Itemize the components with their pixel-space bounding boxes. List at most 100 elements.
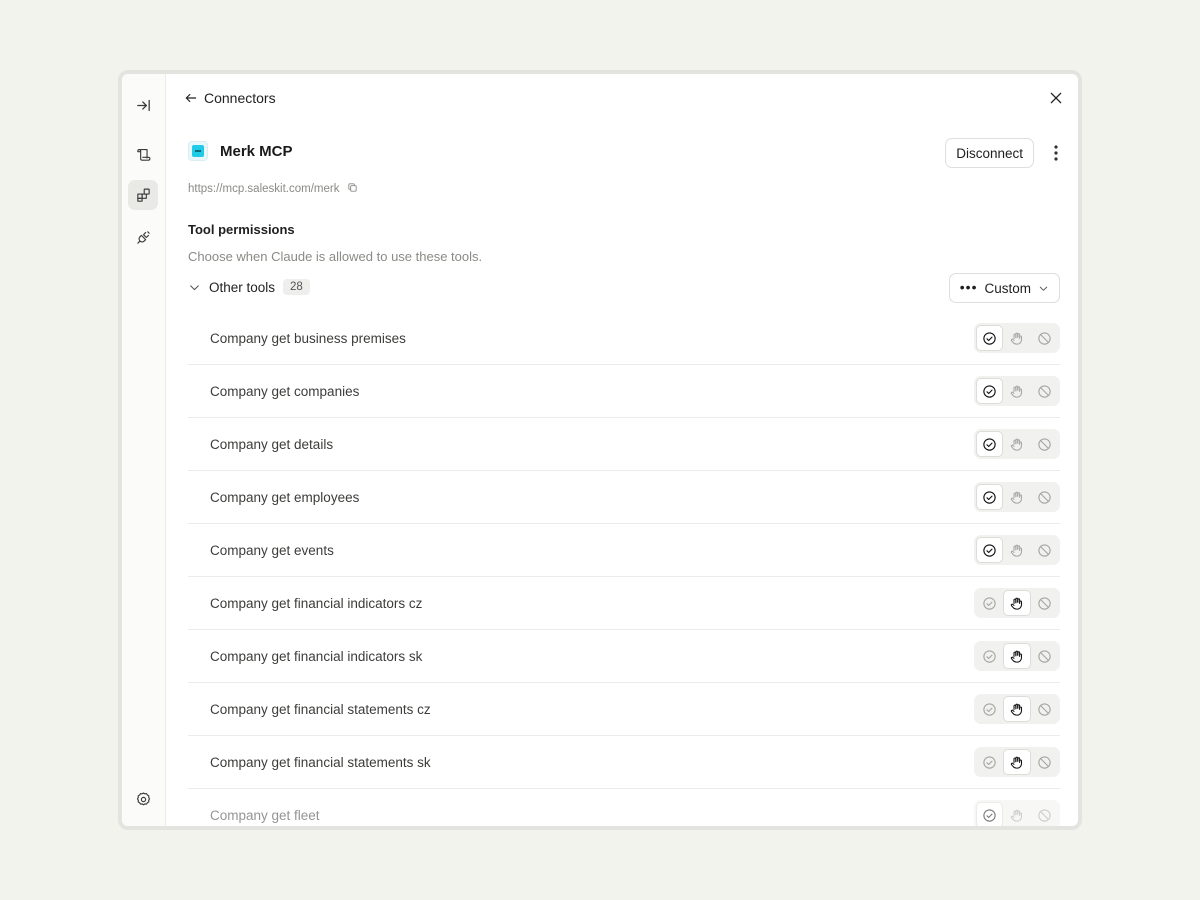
- permission-block-button[interactable]: [1031, 484, 1058, 510]
- connector-url: https://mcp.saleskit.com/merk: [188, 183, 340, 195]
- block-icon: [1038, 808, 1051, 822]
- tool-name: Company get financial statements sk: [210, 754, 431, 770]
- check-circle-icon: [983, 649, 996, 663]
- connector-settings-window: Connectors Merk MCP Disconnect https://m…: [118, 70, 1082, 830]
- permission-block-button[interactable]: [1031, 325, 1058, 351]
- chevron-down-icon: [1039, 286, 1048, 291]
- back-to-connectors-link[interactable]: Connectors: [184, 90, 276, 106]
- block-icon: [1038, 490, 1051, 504]
- settings-button[interactable]: [128, 784, 158, 814]
- permission-selector: [974, 535, 1060, 565]
- tool-row: Company get financial indicators sk: [188, 630, 1060, 683]
- rail-item-scroll[interactable]: [128, 139, 158, 169]
- tool-permissions-description: Choose when Claude is allowed to use the…: [188, 249, 483, 264]
- block-icon: [1038, 596, 1051, 610]
- permission-ask-button[interactable]: [1003, 378, 1030, 404]
- collapse-sidebar-icon: [136, 99, 150, 111]
- permission-ask-button[interactable]: [1003, 590, 1031, 616]
- permission-block-button[interactable]: [1031, 802, 1058, 826]
- permission-allow-button[interactable]: [976, 325, 1004, 351]
- permission-ask-button[interactable]: [1003, 431, 1030, 457]
- permission-allow-button[interactable]: [976, 537, 1004, 563]
- more-vertical-icon: [1054, 145, 1058, 161]
- permission-selector: [974, 482, 1060, 512]
- main-panel: Connectors Merk MCP Disconnect https://m…: [166, 74, 1078, 826]
- tool-name: Company get business premises: [210, 330, 406, 346]
- permission-allow-button[interactable]: [976, 590, 1003, 616]
- check-circle-icon: [983, 755, 996, 769]
- left-rail: [122, 74, 166, 826]
- permission-selector: [974, 588, 1060, 618]
- block-icon: [1038, 702, 1051, 716]
- group-label: Other tools: [209, 279, 276, 295]
- permission-ask-button[interactable]: [1003, 802, 1030, 826]
- permission-block-button[interactable]: [1031, 643, 1058, 669]
- copy-url-button[interactable]: [347, 182, 358, 196]
- hand-icon: [1011, 809, 1023, 822]
- tool-permissions-heading: Tool permissions: [188, 222, 295, 237]
- permission-mode-dropdown[interactable]: ••• Custom: [948, 273, 1060, 303]
- permission-selector: [974, 747, 1060, 777]
- hand-icon: [1011, 650, 1023, 663]
- check-circle-icon: [983, 437, 996, 451]
- check-circle-icon: [983, 808, 996, 822]
- permission-block-button[interactable]: [1031, 590, 1058, 616]
- permission-ask-button[interactable]: [1003, 749, 1031, 775]
- tool-name: Company get financial statements cz: [210, 701, 431, 717]
- check-circle-icon: [983, 384, 996, 398]
- permission-allow-button[interactable]: [976, 802, 1004, 826]
- permission-ask-button[interactable]: [1003, 484, 1030, 510]
- permission-ask-button[interactable]: [1003, 325, 1030, 351]
- permission-block-button[interactable]: [1031, 749, 1058, 775]
- close-icon: [1050, 92, 1062, 104]
- block-icon: [1038, 755, 1051, 769]
- permission-block-button[interactable]: [1031, 696, 1058, 722]
- connector-header: Merk MCP: [188, 141, 293, 161]
- permission-allow-button[interactable]: [976, 696, 1003, 722]
- disconnect-button[interactable]: Disconnect: [945, 138, 1034, 168]
- permission-ask-button[interactable]: [1003, 696, 1031, 722]
- arrow-left-icon: [185, 93, 197, 103]
- tool-row: Company get financial indicators cz: [188, 577, 1060, 630]
- permission-selector: [974, 800, 1060, 826]
- permission-selector: [974, 376, 1060, 406]
- other-tools-toggle[interactable]: Other tools 28: [188, 279, 310, 295]
- connectors-icon: [136, 188, 150, 202]
- tool-row: Company get details: [188, 418, 1060, 471]
- permission-block-button[interactable]: [1031, 537, 1058, 563]
- settings-icon: [136, 791, 150, 805]
- tool-list: Company get business premises Company get…: [188, 312, 1060, 826]
- tool-row: Company get business premises: [188, 312, 1060, 365]
- check-circle-icon: [983, 331, 996, 345]
- permission-ask-button[interactable]: [1003, 537, 1030, 563]
- permission-selector: [974, 323, 1060, 353]
- tool-name: Company get companies: [210, 383, 360, 399]
- permission-allow-button[interactable]: [976, 749, 1003, 775]
- more-options-button[interactable]: [1048, 144, 1064, 162]
- permission-ask-button[interactable]: [1003, 643, 1031, 669]
- permission-allow-button[interactable]: [976, 643, 1003, 669]
- check-circle-icon: [983, 490, 996, 504]
- permission-block-button[interactable]: [1031, 378, 1058, 404]
- rail-item-plugins[interactable]: [128, 222, 158, 252]
- connector-title: Merk MCP: [220, 142, 293, 160]
- rail-item-connectors[interactable]: [128, 180, 158, 210]
- connector-logo: [188, 141, 208, 161]
- tool-name: Company get financial indicators cz: [210, 595, 423, 611]
- tool-name: Company get financial indicators sk: [210, 648, 423, 664]
- tool-row: Company get companies: [188, 365, 1060, 418]
- check-circle-icon: [983, 596, 996, 610]
- block-icon: [1038, 437, 1051, 451]
- permission-allow-button[interactable]: [976, 484, 1004, 510]
- close-button[interactable]: [1048, 90, 1064, 106]
- permission-selector: [974, 694, 1060, 724]
- hand-icon: [1011, 756, 1023, 769]
- plug-icon: [136, 230, 150, 244]
- tool-name: Company get employees: [210, 489, 360, 505]
- hand-icon: [1011, 703, 1023, 716]
- permission-allow-button[interactable]: [976, 431, 1004, 457]
- hand-icon: [1011, 491, 1023, 504]
- permission-allow-button[interactable]: [976, 378, 1004, 404]
- collapse-sidebar-button[interactable]: [128, 90, 158, 120]
- permission-block-button[interactable]: [1031, 431, 1058, 457]
